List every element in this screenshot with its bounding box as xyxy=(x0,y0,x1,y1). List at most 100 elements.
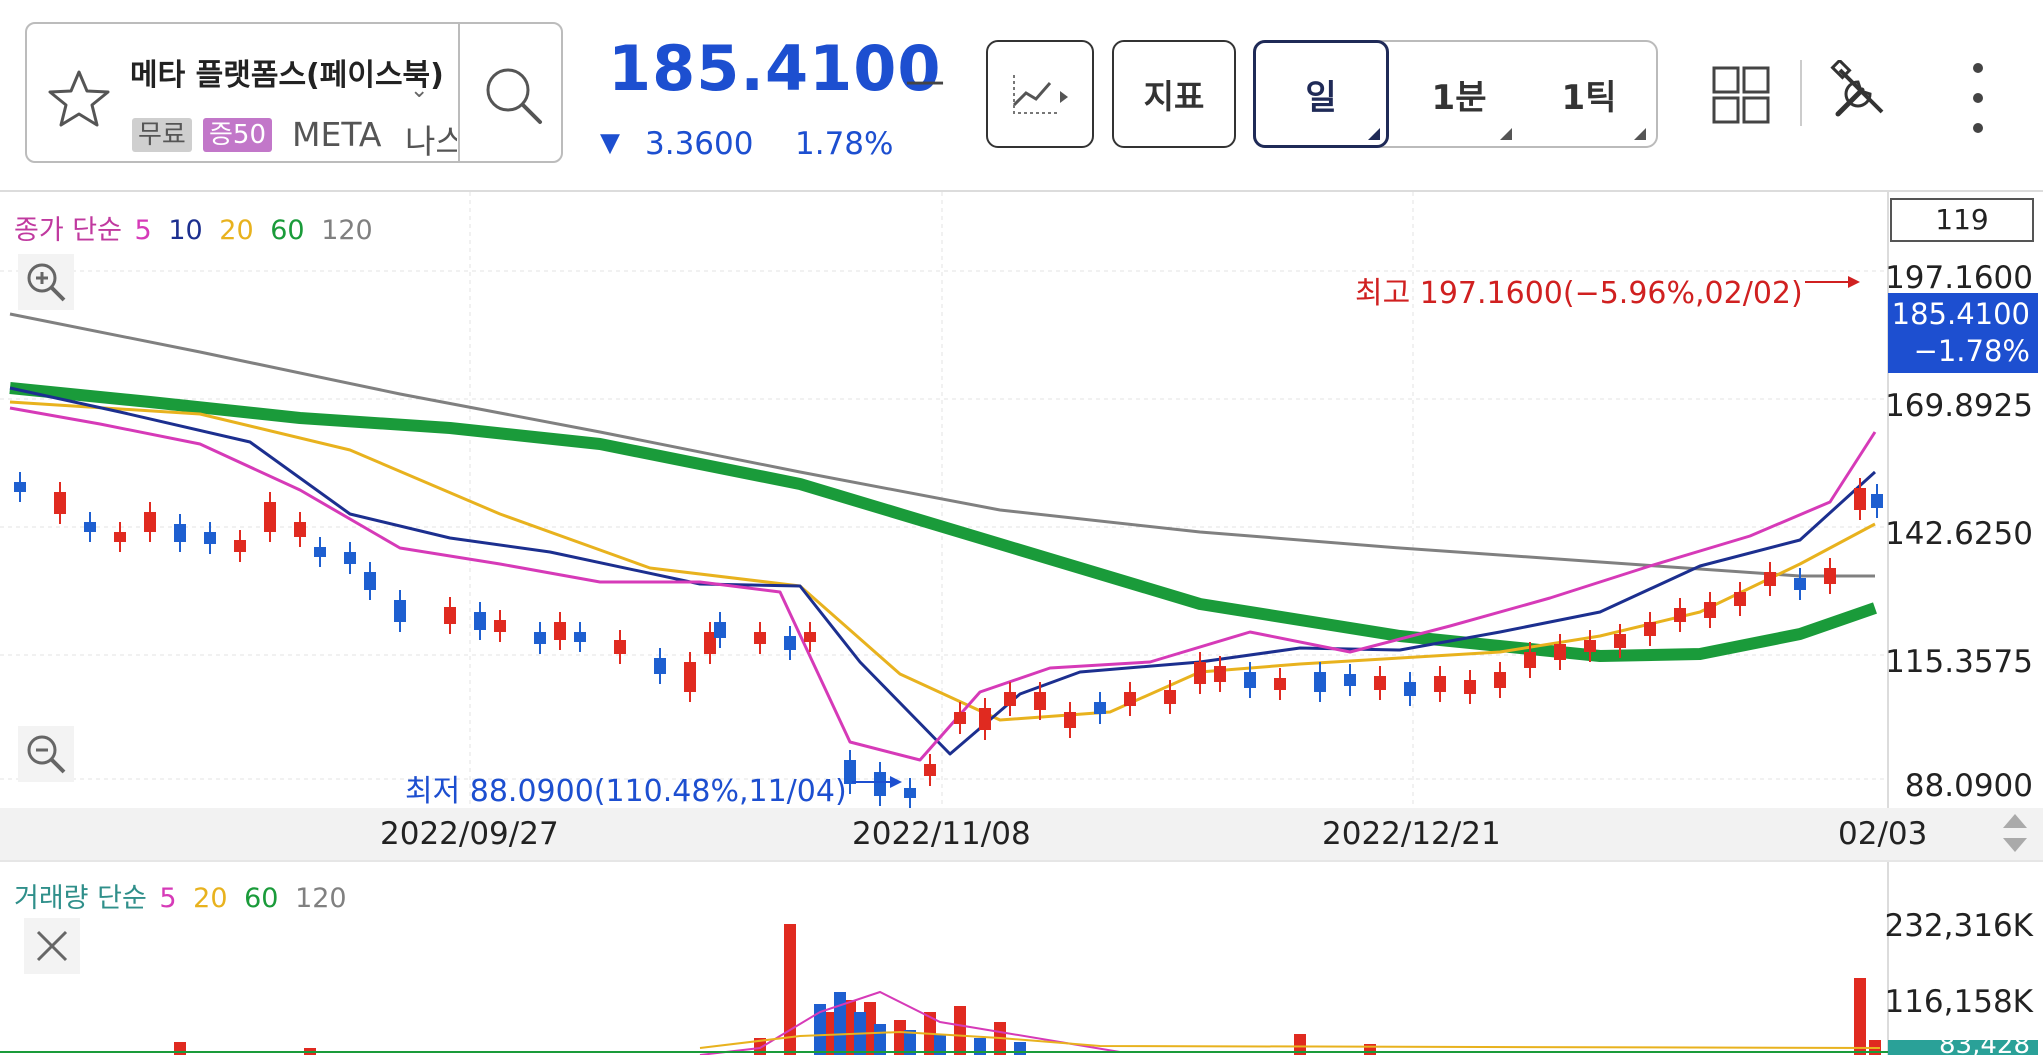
candle-body xyxy=(1524,652,1536,668)
more-vert-icon[interactable] xyxy=(1960,58,1996,138)
ticker-symbol: META xyxy=(292,115,382,154)
candle-body xyxy=(1034,692,1046,710)
candle-body xyxy=(804,632,816,642)
y-tick-label: 142.6250 xyxy=(1885,516,2033,552)
candle-body xyxy=(1094,702,1106,714)
candle-body xyxy=(84,522,96,532)
grid-layout-icon[interactable] xyxy=(1712,66,1770,124)
y-tick-label: 232,316K xyxy=(1884,908,2033,944)
corner-triangle-icon xyxy=(1500,128,1512,140)
candle-body xyxy=(14,482,26,492)
legend-ma60: 60 xyxy=(270,215,305,246)
candle-body xyxy=(904,788,916,798)
volume-current-tag: 83,428 xyxy=(1888,1040,2038,1055)
candle-body xyxy=(924,764,936,776)
legend-ma5: 5 xyxy=(134,215,152,246)
candle-body xyxy=(954,712,966,724)
candle-body xyxy=(1704,602,1716,618)
scroll-arrows-icon[interactable] xyxy=(1995,808,2035,858)
chevron-down-icon[interactable]: ⌄ xyxy=(410,78,428,103)
candle-body xyxy=(534,632,546,644)
candle-body xyxy=(394,600,406,622)
volume-bar-up xyxy=(954,1006,966,1055)
candle-body xyxy=(474,612,486,630)
candle-body xyxy=(444,607,456,624)
divider xyxy=(1800,60,1802,126)
candle-body xyxy=(364,572,376,590)
zoom-in-icon[interactable] xyxy=(18,254,74,310)
legend-ma10: 10 xyxy=(168,215,203,246)
tools-icon[interactable] xyxy=(1828,60,1892,124)
candle-body xyxy=(1314,672,1326,692)
divider xyxy=(458,22,460,163)
candle-body xyxy=(1124,692,1136,706)
down-arrow-icon: ▼ xyxy=(600,128,620,158)
candle-body xyxy=(1854,488,1866,510)
candle-body xyxy=(684,662,696,692)
candle-body xyxy=(1764,572,1776,586)
zoom-out-icon[interactable] xyxy=(18,726,74,782)
chart-type-icon xyxy=(1012,75,1068,114)
indicator-button[interactable]: 지표 xyxy=(1112,40,1236,148)
candle-body xyxy=(294,522,306,537)
candle-body xyxy=(1674,608,1686,622)
candle-body xyxy=(554,622,566,640)
candle-body xyxy=(1344,674,1356,686)
legend-ma120: 120 xyxy=(321,215,373,246)
candle-body xyxy=(1824,568,1836,584)
low-annotation: 최저 88.0900(110.48%,11/04) xyxy=(405,774,847,809)
candle-body xyxy=(344,552,356,564)
low-arrow-head xyxy=(890,776,902,788)
candle-body xyxy=(204,532,216,544)
candle-body xyxy=(1274,678,1286,690)
candle-body xyxy=(54,492,66,514)
search-icon[interactable] xyxy=(478,60,548,130)
current-price-tag-pct: −1.78% xyxy=(1913,334,2030,368)
high-annotation: 최고 197.1600(−5.96%,02/02) xyxy=(1355,276,1803,311)
volume-bar-down xyxy=(874,1024,886,1055)
margin-badge: 증50 xyxy=(203,118,273,152)
candle-body xyxy=(264,502,276,532)
candle-body xyxy=(979,708,991,730)
stock-name[interactable]: 메타 플랫폼스(페이스북) xyxy=(130,50,455,94)
candle-body xyxy=(1494,672,1506,688)
free-badge: 무료 xyxy=(132,118,192,152)
candle-body xyxy=(1871,494,1883,508)
period-1tick-button[interactable]: 1틱 xyxy=(1530,40,1648,148)
volume-bar-down xyxy=(834,992,846,1055)
candle-body xyxy=(1644,622,1656,636)
candle-body xyxy=(1244,672,1256,688)
candle-body xyxy=(1794,578,1806,590)
y-tick-label: 88.0900 xyxy=(1904,768,2033,804)
volume-bar-up xyxy=(174,1042,186,1055)
x-tick-label: 2022/12/21 xyxy=(1322,816,1501,852)
candle-body xyxy=(494,620,506,632)
y-tick-label: 116,158K xyxy=(1884,984,2033,1020)
candle-body xyxy=(714,622,726,638)
corner-triangle-icon xyxy=(1368,128,1380,140)
candle-body xyxy=(314,547,326,557)
candle-body xyxy=(574,632,586,642)
candle-body xyxy=(174,524,186,542)
volume-bar-down xyxy=(1014,1042,1026,1055)
visible-candle-count[interactable]: 119 xyxy=(1890,198,2034,242)
candle-body xyxy=(1404,682,1416,696)
candle-body xyxy=(1214,666,1226,682)
x-tick-label: 2022/11/08 xyxy=(852,816,1031,852)
chart-type-button[interactable] xyxy=(986,40,1094,148)
volume-chart[interactable] xyxy=(0,862,1890,1055)
candle-body xyxy=(1374,676,1386,690)
volume-bar-up xyxy=(784,924,796,1055)
current-price-tag-value: 185.4100 xyxy=(1891,297,2030,331)
price-change: 3.3600 xyxy=(645,126,754,162)
volume-bar-up xyxy=(1364,1044,1376,1055)
current-price-tag: 185.4100 −1.78% xyxy=(1888,293,2038,373)
star-icon[interactable] xyxy=(42,62,116,136)
y-tick-label: 115.3575 xyxy=(1885,644,2033,680)
volume-bar-up xyxy=(1854,978,1866,1055)
price-legend: 종가 단순 5 10 20 60 120 xyxy=(14,208,381,247)
high-arrow-head xyxy=(1848,276,1860,288)
candle-body xyxy=(614,640,626,654)
price-dash: — xyxy=(905,58,945,104)
x-tick-label: 02/03 xyxy=(1838,816,1928,852)
